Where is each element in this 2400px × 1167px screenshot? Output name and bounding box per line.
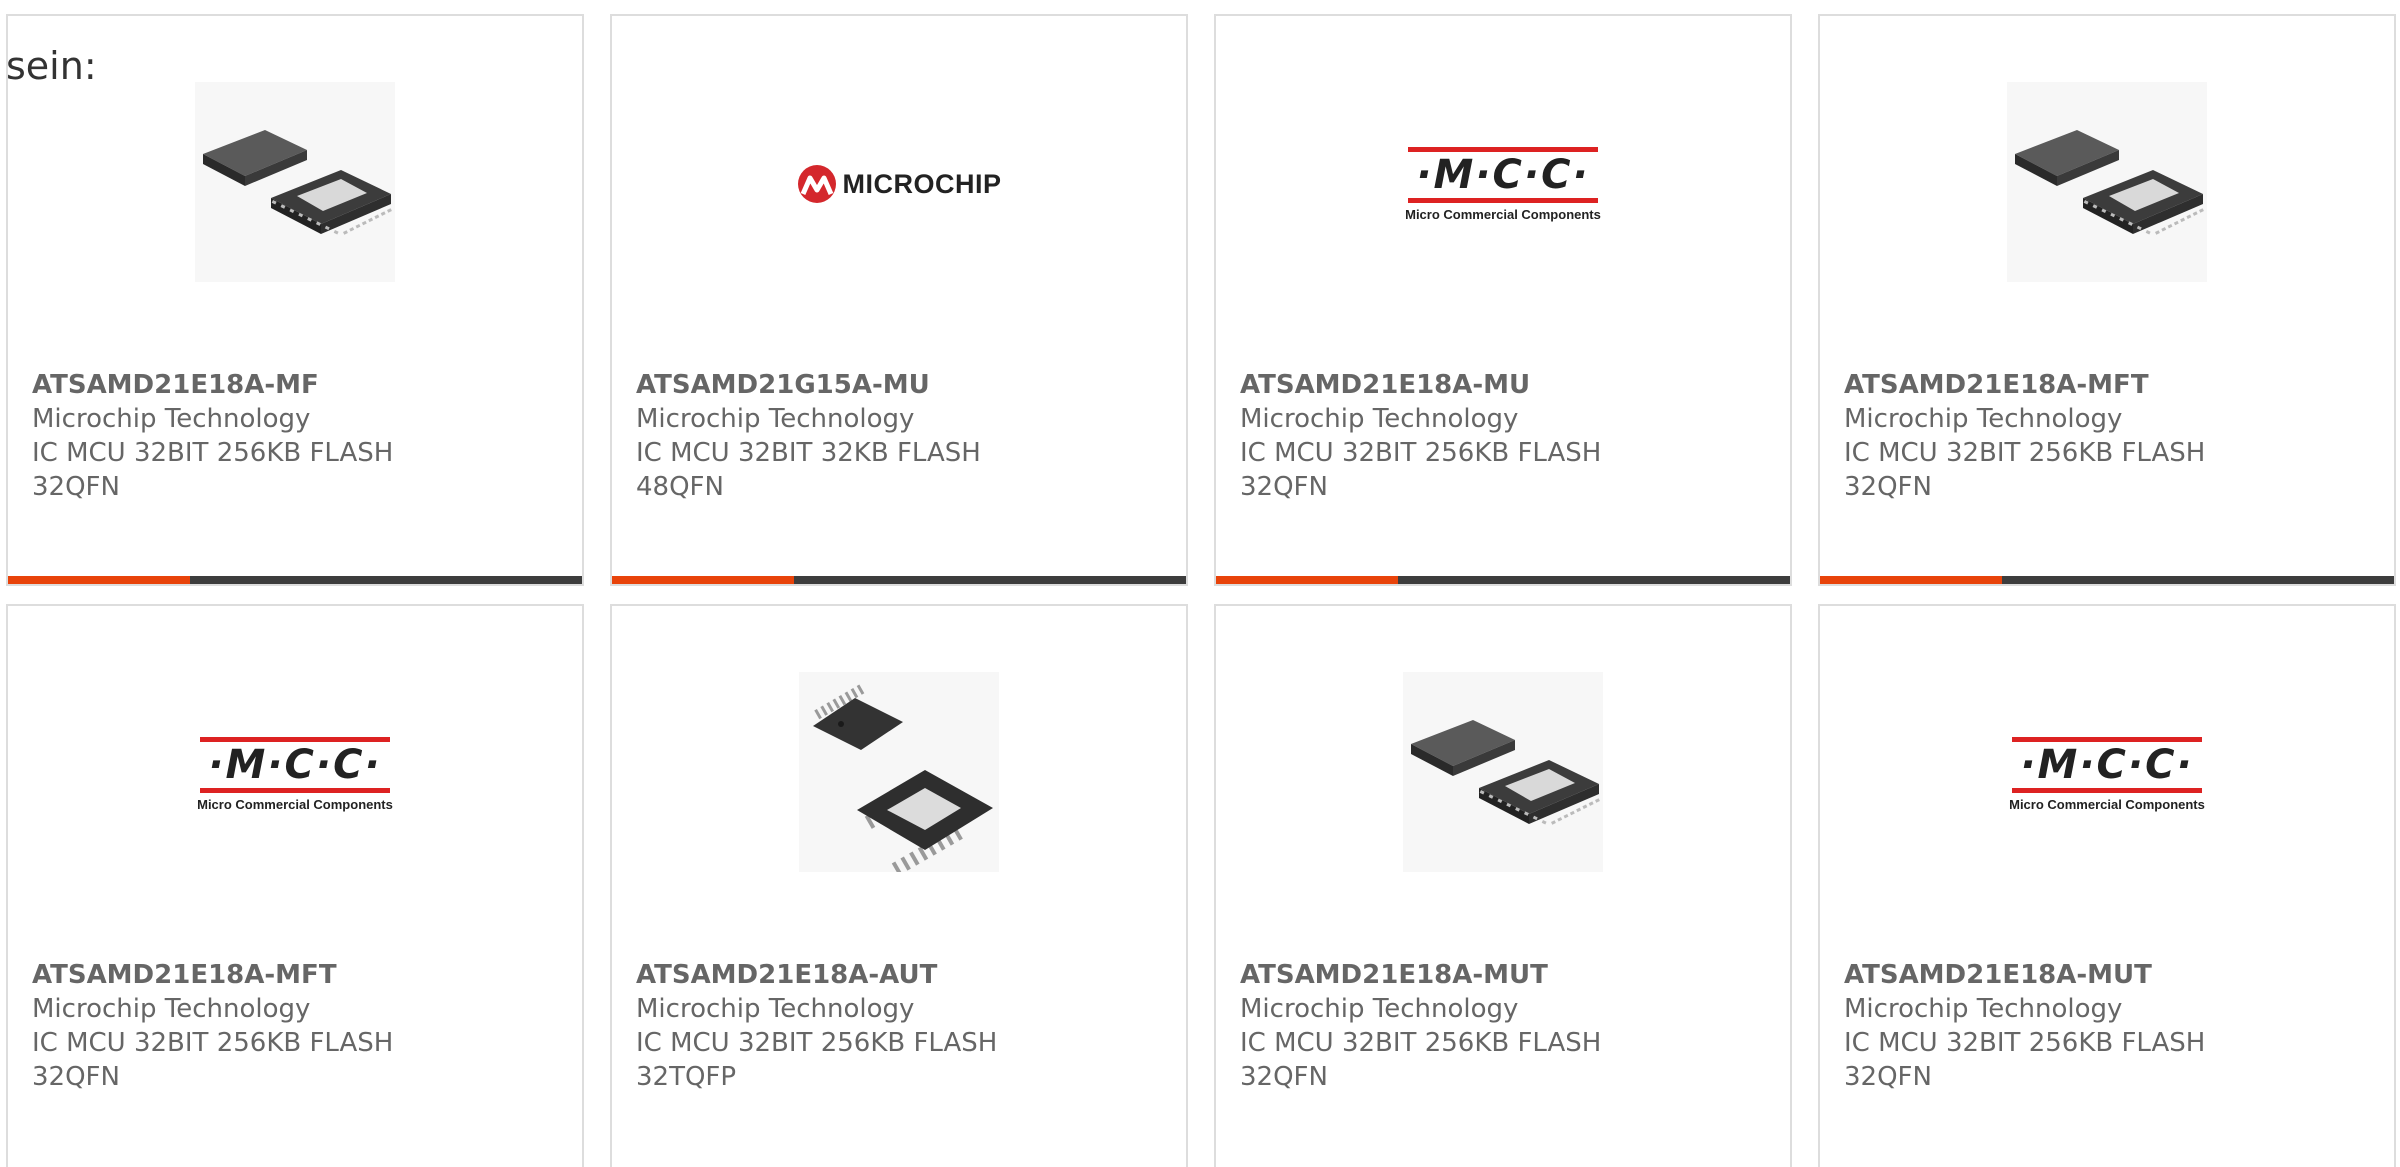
product-card[interactable]: MICROCHIP ATSAMD21G15A-MU Microchip Tech… <box>610 14 1188 586</box>
card-progress-accent <box>8 576 190 584</box>
product-card[interactable]: ·M·C·C· Micro Commercial Components ATSA… <box>1818 604 2396 1167</box>
product-info: ATSAMD21E18A-MFT Microchip Technology IC… <box>32 958 558 1094</box>
manufacturer: Microchip Technology <box>32 404 311 434</box>
description-line-2: 32QFN <box>32 472 120 502</box>
product-info: ATSAMD21E18A-MU Microchip Technology IC … <box>1240 368 1766 504</box>
description-line-2: 32QFN <box>1240 1062 1328 1092</box>
description-line-2: 32QFN <box>1844 1062 1932 1092</box>
manufacturer: Microchip Technology <box>1240 404 1519 434</box>
part-number-link[interactable]: ATSAMD21E18A-MFT <box>1844 368 2370 402</box>
product-image[interactable]: ·M·C·C· Micro Commercial Components <box>195 674 395 874</box>
microchip-logo: MICROCHIP <box>797 164 1002 204</box>
product-card[interactable]: ·M·C·C· Micro Commercial Components ATSA… <box>1214 14 1792 586</box>
product-image[interactable] <box>799 672 999 876</box>
description-line-2: 48QFN <box>636 472 724 502</box>
mcc-logo: ·M·C·C· Micro Commercial Components <box>195 736 395 812</box>
logo-rule-bottom <box>1408 197 1598 203</box>
part-number-link[interactable]: ATSAMD21E18A-MU <box>1240 368 1766 402</box>
description-line-1: IC MCU 32BIT 256KB FLASH <box>636 1028 998 1058</box>
part-number-link[interactable]: ATSAMD21E18A-MUT <box>1240 958 1766 992</box>
description-line-1: IC MCU 32BIT 32KB FLASH <box>636 438 981 468</box>
product-card[interactable]: ATSAMD21E18A-MUT Microchip Technology IC… <box>1214 604 1792 1167</box>
description-line-1: IC MCU 32BIT 256KB FLASH <box>1844 1028 2206 1058</box>
product-image[interactable]: ·M·C·C· Micro Commercial Components <box>1403 84 1603 284</box>
product-image[interactable] <box>1403 672 1603 876</box>
mcc-logo: ·M·C·C· Micro Commercial Components <box>2007 736 2207 812</box>
manufacturer: Microchip Technology <box>1844 994 2123 1024</box>
description-line-2: 32QFN <box>1240 472 1328 502</box>
product-info: ATSAMD21E18A-MUT Microchip Technology IC… <box>1240 958 1766 1094</box>
product-image[interactable] <box>195 82 395 286</box>
qfn-chip-icon <box>1403 672 1603 876</box>
description-line-2: 32QFN <box>32 1062 120 1092</box>
description-line-2: 32TQFP <box>636 1062 737 1092</box>
part-number-link[interactable]: ATSAMD21E18A-MFT <box>32 958 558 992</box>
card-progress-accent <box>612 576 794 584</box>
product-image[interactable]: ·M·C·C· Micro Commercial Components <box>2007 674 2207 874</box>
card-progress-bar <box>1820 576 2394 584</box>
manufacturer: Microchip Technology <box>636 994 915 1024</box>
product-info: ATSAMD21G15A-MU Microchip Technology IC … <box>636 368 1162 504</box>
logo-rule-bottom <box>200 787 390 793</box>
part-number-link[interactable]: ATSAMD21E18A-MUT <box>1844 958 2370 992</box>
product-info: ATSAMD21E18A-MFT Microchip Technology IC… <box>1844 368 2370 504</box>
description-line-1: IC MCU 32BIT 256KB FLASH <box>1240 1028 1602 1058</box>
product-image[interactable] <box>2007 82 2207 286</box>
card-progress-bar <box>8 576 582 584</box>
qfn-chip-icon <box>2007 82 2207 286</box>
part-number-link[interactable]: ATSAMD21G15A-MU <box>636 368 1162 402</box>
mcc-logo: ·M·C·C· Micro Commercial Components <box>1403 146 1603 222</box>
description-line-1: IC MCU 32BIT 256KB FLASH <box>32 1028 394 1058</box>
page: sein: ATSAMD21E18A-MF Microchip Technolo… <box>0 0 2400 1167</box>
card-progress-accent <box>1216 576 1398 584</box>
intro-text: sein: <box>6 44 97 88</box>
description-line-1: IC MCU 32BIT 256KB FLASH <box>32 438 394 468</box>
description-line-1: IC MCU 32BIT 256KB FLASH <box>1844 438 2206 468</box>
product-info: ATSAMD21E18A-AUT Microchip Technology IC… <box>636 958 1162 1094</box>
card-progress-bar <box>1216 576 1790 584</box>
manufacturer: Microchip Technology <box>636 404 915 434</box>
manufacturer: Microchip Technology <box>1240 994 1519 1024</box>
part-number-link[interactable]: ATSAMD21E18A-AUT <box>636 958 1162 992</box>
description-line-1: IC MCU 32BIT 256KB FLASH <box>1240 438 1602 468</box>
product-card[interactable]: ATSAMD21E18A-AUT Microchip Technology IC… <box>610 604 1188 1167</box>
tqfp-chip-icon <box>799 672 999 876</box>
manufacturer: Microchip Technology <box>1844 404 2123 434</box>
product-card[interactable]: ATSAMD21E18A-MFT Microchip Technology IC… <box>1818 14 2396 586</box>
product-info: ATSAMD21E18A-MUT Microchip Technology IC… <box>1844 958 2370 1094</box>
description-line-2: 32QFN <box>1844 472 1932 502</box>
product-grid: ATSAMD21E18A-MF Microchip Technology IC … <box>0 0 2400 1167</box>
microchip-emblem-icon <box>797 165 836 203</box>
product-card[interactable]: ATSAMD21E18A-MF Microchip Technology IC … <box>6 14 584 586</box>
logo-rule-bottom <box>2012 787 2202 793</box>
qfn-chip-icon <box>195 82 395 286</box>
product-image[interactable]: MICROCHIP <box>797 84 1002 284</box>
card-progress-accent <box>1820 576 2002 584</box>
card-progress-bar <box>612 576 1186 584</box>
product-card[interactable]: ·M·C·C· Micro Commercial Components ATSA… <box>6 604 584 1167</box>
manufacturer: Microchip Technology <box>32 994 311 1024</box>
product-info: ATSAMD21E18A-MF Microchip Technology IC … <box>32 368 558 504</box>
part-number-link[interactable]: ATSAMD21E18A-MF <box>32 368 558 402</box>
